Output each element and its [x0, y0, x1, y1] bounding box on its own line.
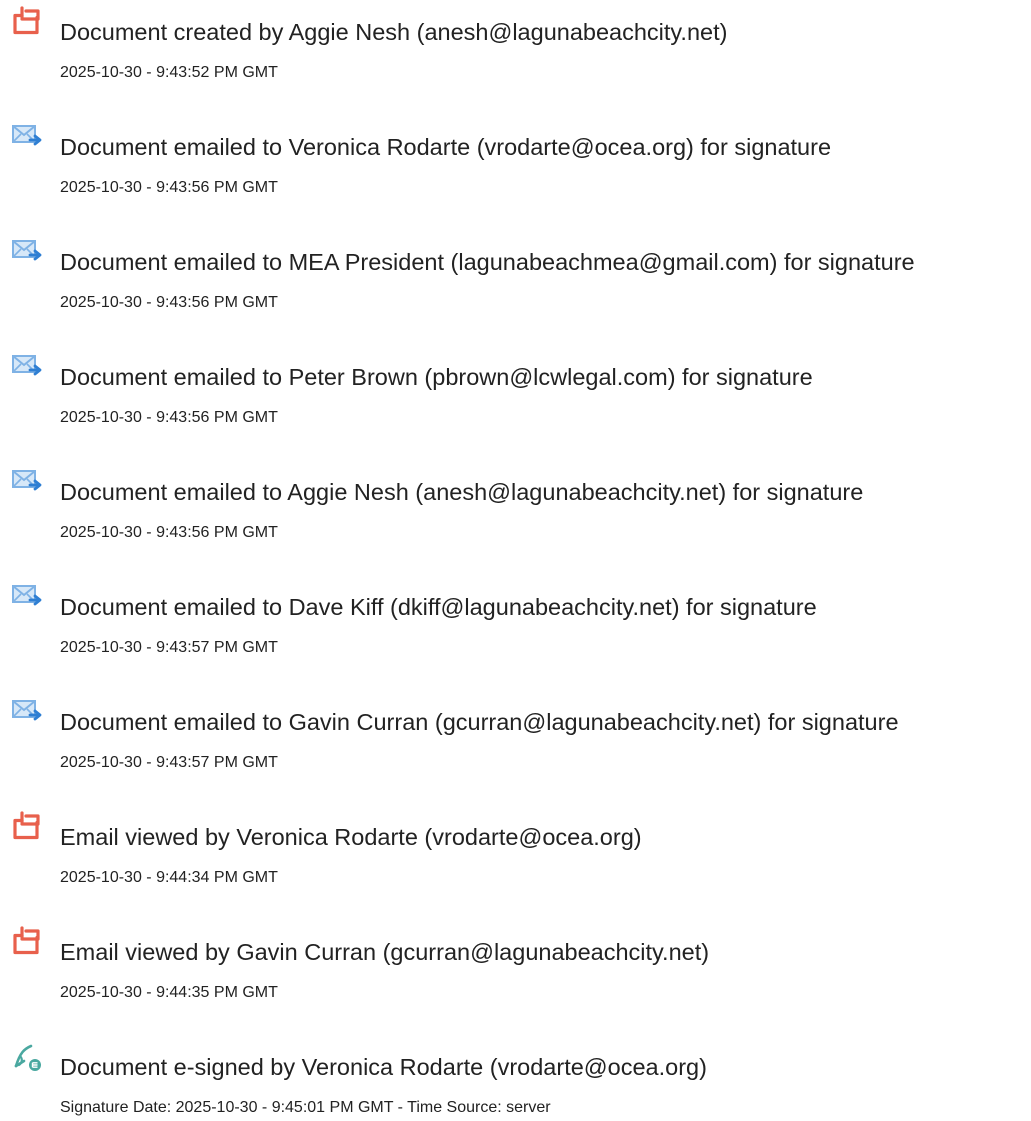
event-item: Document e-signed by Veronica Rodarte (v… [0, 1041, 1031, 1121]
esign-pen-icon [10, 1041, 46, 1073]
event-item: Document created by Aggie Nesh (anesh@la… [0, 6, 1031, 86]
event-timestamp: 2025-10-30 - 9:43:56 PM GMT [60, 524, 278, 541]
event-item: Document emailed to MEA President (lagun… [0, 236, 1031, 316]
event-timestamp: Signature Date: 2025-10-30 - 9:45:01 PM … [60, 1099, 551, 1116]
event-timestamp: 2025-10-30 - 9:43:57 PM GMT [60, 639, 278, 656]
event-title: Email viewed by Veronica Rodarte (vrodar… [60, 824, 642, 850]
document-icon [10, 6, 46, 38]
email-sent-icon [10, 121, 46, 153]
event-item: Email viewed by Veronica Rodarte (vrodar… [0, 811, 1031, 891]
event-timestamp: 2025-10-30 - 9:43:52 PM GMT [60, 64, 278, 81]
event-item: Document emailed to Gavin Curran (gcurra… [0, 696, 1031, 776]
event-item: Document emailed to Veronica Rodarte (vr… [0, 121, 1031, 201]
event-timestamp: 2025-10-30 - 9:43:56 PM GMT [60, 294, 278, 311]
email-sent-icon [10, 696, 46, 728]
event-title: Document emailed to Gavin Curran (gcurra… [60, 709, 899, 735]
event-timestamp: 2025-10-30 - 9:43:57 PM GMT [60, 754, 278, 771]
email-sent-icon [10, 351, 46, 383]
email-sent-icon [10, 466, 46, 498]
email-sent-icon [10, 236, 46, 268]
event-title: Document emailed to Veronica Rodarte (vr… [60, 134, 832, 160]
document-icon [10, 811, 46, 843]
event-title: Document created by Aggie Nesh (anesh@la… [60, 19, 728, 45]
event-item: Document emailed to Aggie Nesh (anesh@la… [0, 466, 1031, 546]
event-title: Document emailed to MEA President (lagun… [60, 249, 915, 275]
event-timestamp: 2025-10-30 - 9:44:34 PM GMT [60, 869, 278, 886]
event-item: Email viewed by Gavin Curran (gcurran@la… [0, 926, 1031, 1006]
event-timestamp: 2025-10-30 - 9:44:35 PM GMT [60, 984, 278, 1001]
event-title: Document emailed to Dave Kiff (dkiff@lag… [60, 594, 817, 620]
event-item: Document emailed to Dave Kiff (dkiff@lag… [0, 581, 1031, 661]
event-timestamp: 2025-10-30 - 9:43:56 PM GMT [60, 409, 278, 426]
event-title: Document emailed to Peter Brown (pbrown@… [60, 364, 813, 390]
audit-log: Document created by Aggie Nesh (anesh@la… [0, 0, 1031, 1116]
email-sent-icon [10, 581, 46, 613]
document-icon [10, 926, 46, 958]
event-title: Document e-signed by Veronica Rodarte (v… [60, 1054, 707, 1080]
event-title: Document emailed to Aggie Nesh (anesh@la… [60, 479, 864, 505]
event-timestamp: 2025-10-30 - 9:43:56 PM GMT [60, 179, 278, 196]
event-title: Email viewed by Gavin Curran (gcurran@la… [60, 939, 710, 965]
event-item: Document emailed to Peter Brown (pbrown@… [0, 351, 1031, 431]
